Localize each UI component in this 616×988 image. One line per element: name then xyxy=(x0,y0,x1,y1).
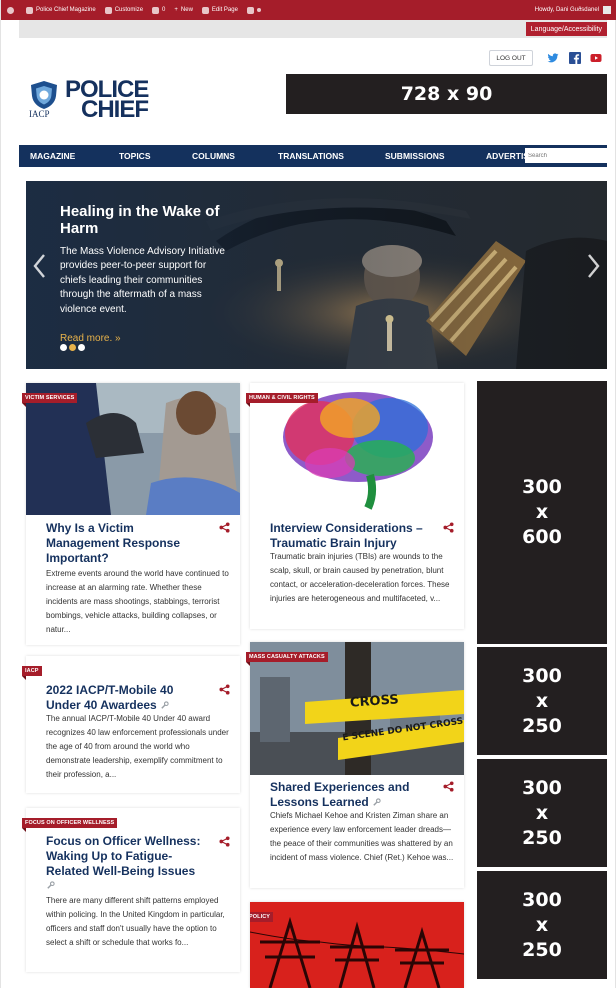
facebook-icon[interactable] xyxy=(569,52,581,64)
category-tag[interactable]: MASS CASUALTY ATTACKS xyxy=(246,652,328,666)
slider-dot[interactable] xyxy=(60,344,67,351)
read-more-link[interactable]: Read more. » xyxy=(60,333,121,344)
article-card[interactable]: VICTIM SERVICES Why Is a Victim Manageme… xyxy=(22,383,240,645)
sidebar-ad-300x250[interactable]: 300 x 250 xyxy=(477,647,607,755)
page: Police Chief Magazine Customize 0 + New E… xyxy=(0,0,616,988)
brush-icon xyxy=(104,6,112,14)
slide-title[interactable]: Healing in the Wake of Harm xyxy=(60,203,220,237)
pencil-icon xyxy=(201,6,209,14)
article-card[interactable]: CROSS E SCENE DO NOT CROSS MASS CASUALTY… xyxy=(246,642,464,888)
article-image xyxy=(250,902,464,988)
sidebar-ad-300x600[interactable]: 300 x 600 xyxy=(477,381,607,644)
wrench-icon xyxy=(161,701,169,710)
comment-icon xyxy=(152,6,160,14)
admin-plugin-icon[interactable] xyxy=(246,6,264,14)
admin-comments[interactable]: 0 xyxy=(152,6,165,14)
article-excerpt: Chiefs Michael Kehoe and Kristen Ziman s… xyxy=(270,811,454,862)
category-tag[interactable]: POLICY xyxy=(250,912,274,926)
article-card[interactable]: IACP 2022 IACP/T-Mobile 40 Under 40 Awar… xyxy=(22,656,240,793)
article-card[interactable]: POLICY xyxy=(250,902,464,988)
slider-dots xyxy=(60,344,87,351)
hero-slider[interactable]: Healing in the Wake of Harm The Mass Vio… xyxy=(26,181,607,369)
share-icon[interactable] xyxy=(443,781,454,792)
chevron-right-icon[interactable] xyxy=(587,253,601,279)
wrench-icon xyxy=(47,881,55,889)
article-excerpt: The annual IACP/T-Mobile 40 Under 40 awa… xyxy=(46,714,229,779)
twitter-icon[interactable] xyxy=(547,52,559,64)
article-excerpt: Traumatic brain injuries (TBIs) are woun… xyxy=(270,552,450,603)
nav-columns[interactable]: COLUMNS xyxy=(192,151,235,161)
slider-dot[interactable] xyxy=(78,344,85,351)
article-title[interactable]: Focus on Officer Wellness: Waking Up to … xyxy=(46,834,211,879)
plus-icon: + xyxy=(174,7,178,13)
wordpress-icon[interactable] xyxy=(7,6,17,14)
logo-wordmark: POLICE CHIEF xyxy=(65,76,149,123)
category-tag[interactable]: HUMAN & CIVIL RIGHTS xyxy=(246,393,318,407)
slider-dot-active[interactable] xyxy=(69,344,76,351)
nav-translations[interactable]: TRANSLATIONS xyxy=(278,151,344,161)
leaderboard-ad[interactable]: 728 x 90 xyxy=(286,74,607,114)
admin-bar: Police Chief Magazine Customize 0 + New E… xyxy=(1,0,616,20)
admin-customize[interactable]: Customize xyxy=(104,6,143,14)
nav-topics[interactable]: TOPICS xyxy=(119,151,151,161)
article-excerpt: Extreme events around the world have con… xyxy=(46,569,229,634)
share-icon[interactable] xyxy=(219,684,230,695)
sidebar-ad-300x250[interactable]: 300 x 250 xyxy=(477,871,607,979)
sidebar-ad-300x250[interactable]: 300 x 250 xyxy=(477,759,607,867)
nav-advertise[interactable]: ADVERTIS xyxy=(486,151,529,161)
logout-button[interactable]: LOG OUT xyxy=(489,50,533,66)
article-title[interactable]: Interview Considerations – Traumatic Bra… xyxy=(270,521,430,551)
admin-account[interactable]: Howdy, Dani Guðsdanel xyxy=(535,6,611,14)
article-title[interactable]: Shared Experiences and Lessons Learned xyxy=(270,780,430,810)
avatar xyxy=(603,6,611,14)
utility-bar: Language/Accessibility xyxy=(19,20,607,38)
wrench-icon xyxy=(373,798,381,807)
language-accessibility-button[interactable]: Language/Accessibility xyxy=(525,22,607,36)
logo-iacp: IACP xyxy=(29,109,50,119)
admin-site-name[interactable]: Police Chief Magazine xyxy=(26,6,96,14)
home-icon xyxy=(26,6,33,14)
admin-edit-page[interactable]: Edit Page xyxy=(201,6,238,14)
share-icon[interactable] xyxy=(219,836,230,847)
nav-submissions[interactable]: SUBMISSIONS xyxy=(385,151,445,161)
chevron-left-icon[interactable] xyxy=(32,253,46,279)
article-card[interactable]: FOCUS ON OFFICER WELLNESS Focus on Offic… xyxy=(22,808,240,972)
admin-new[interactable]: + New xyxy=(174,7,193,13)
category-tag[interactable]: IACP xyxy=(22,666,42,680)
search-input[interactable] xyxy=(525,148,607,163)
article-excerpt: There are many different shift patterns … xyxy=(46,896,225,947)
police-chief-logo[interactable]: POLICE CHIEF IACP xyxy=(29,76,161,126)
share-icon[interactable] xyxy=(219,522,230,533)
badge-shield-icon xyxy=(31,81,57,109)
article-title[interactable]: Why Is a Victim Management Response Impo… xyxy=(46,521,206,566)
main-nav: MAGAZINE TOPICS COLUMNS TRANSLATIONS SUB… xyxy=(19,145,607,167)
slide-text: The Mass Violence Advisory Initiative pr… xyxy=(60,246,225,315)
category-tag[interactable]: VICTIM SERVICES xyxy=(22,393,78,407)
youtube-icon[interactable] xyxy=(590,52,602,64)
article-title[interactable]: 2022 IACP/T-Mobile 40 Under 40 Awardees xyxy=(46,683,211,713)
nav-magazine[interactable]: MAGAZINE xyxy=(30,151,75,161)
share-icon[interactable] xyxy=(443,522,454,533)
article-card[interactable]: HUMAN & CIVIL RIGHTS Interview Considera… xyxy=(246,383,464,629)
category-tag[interactable]: FOCUS ON OFFICER WELLNESS xyxy=(22,818,118,832)
